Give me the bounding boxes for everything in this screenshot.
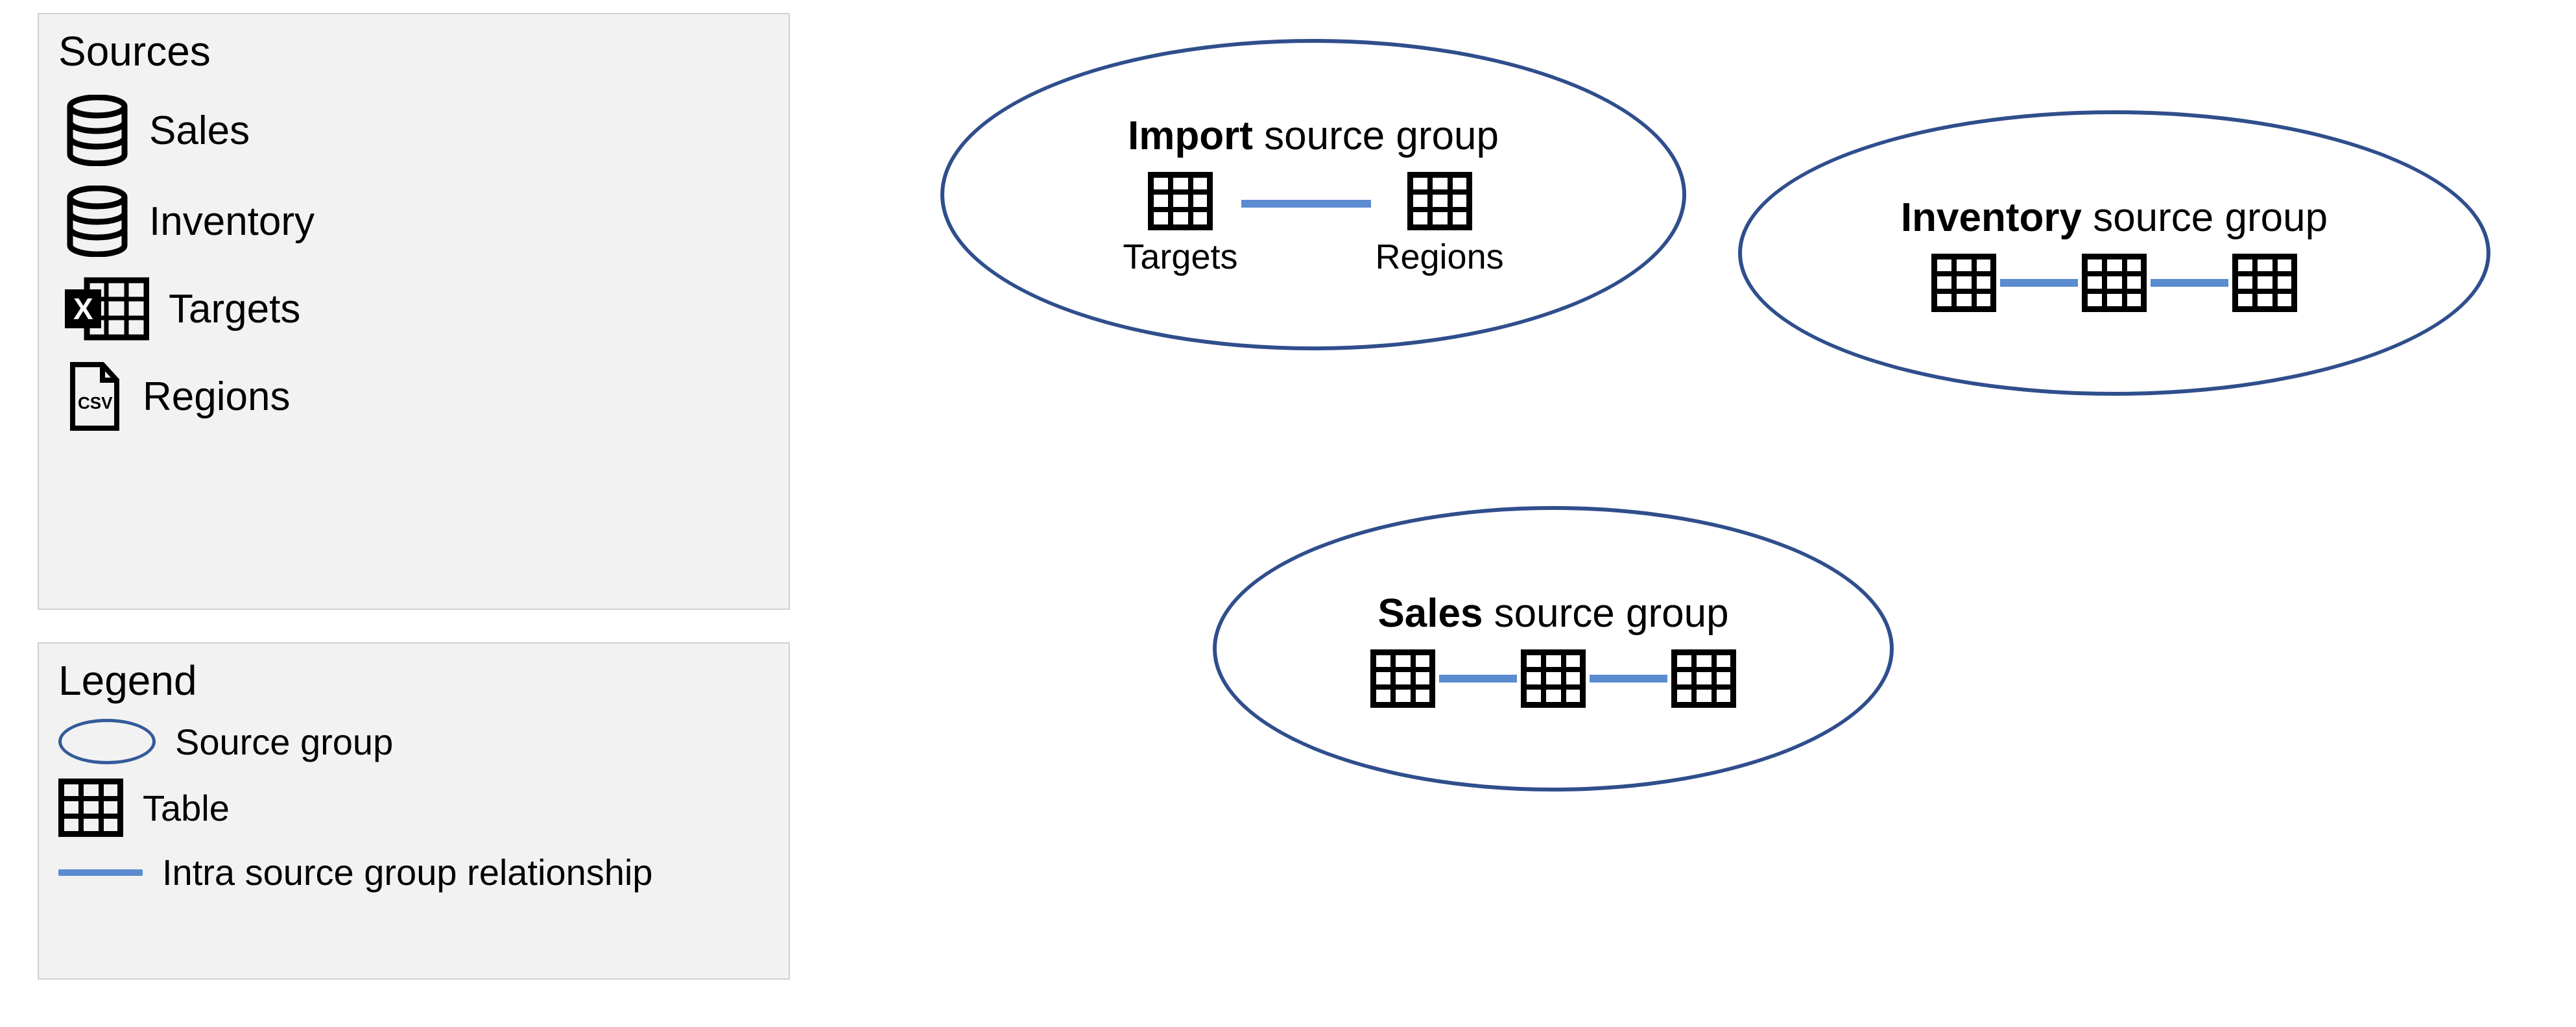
database-icon [65, 186, 130, 257]
legend-label: Intra source group relationship [162, 851, 652, 893]
csv-icon [65, 361, 123, 432]
table-icon [1931, 254, 1996, 312]
relationship-line-icon [2151, 279, 2228, 287]
source-label: Sales [149, 108, 250, 154]
source-group-title-bold: Inventory [1901, 195, 2082, 240]
source-group-tables [1370, 649, 1736, 708]
source-group-inventory: Inventory source group [1738, 110, 2490, 396]
source-group-tables [1931, 254, 2297, 312]
relationship-line-icon [1241, 200, 1371, 208]
relationship-line-icon [58, 869, 143, 876]
ellipse-icon [58, 719, 156, 764]
table-node-targets: Targets [1123, 172, 1237, 277]
source-row-regions: Regions [65, 361, 769, 432]
table-icon [1521, 649, 1586, 708]
source-group-sales: Sales source group [1213, 506, 1894, 791]
source-group-title: Inventory source group [1901, 195, 2328, 241]
source-row-targets: Targets [65, 276, 769, 341]
legend-row-table: Table [58, 779, 769, 837]
source-label: Regions [143, 374, 290, 420]
legend-panel: Legend Source group Table Intra source g… [38, 642, 790, 980]
table-icon [2082, 254, 2147, 312]
table-label: Regions [1375, 237, 1503, 277]
table-icon [58, 779, 123, 837]
table-icon [1671, 649, 1736, 708]
sources-panel: Sources Sales Inventory Targets Regions [38, 13, 790, 610]
database-icon [65, 95, 130, 166]
table-node-regions: Regions [1375, 172, 1503, 277]
source-group-title-rest: source group [1253, 114, 1499, 158]
source-label: Inventory [149, 199, 315, 245]
source-group-tables: Targets Regions [1123, 172, 1503, 277]
sources-title: Sources [58, 27, 769, 75]
source-row-sales: Sales [65, 95, 769, 166]
legend-row-relationship: Intra source group relationship [58, 851, 769, 893]
source-group-title-rest: source group [2082, 195, 2328, 240]
relationship-line-icon [1439, 675, 1517, 683]
table-icon [1407, 172, 1472, 230]
source-group-title-bold: Import [1128, 114, 1253, 158]
legend-row-sourcegroup: Source group [58, 719, 769, 764]
source-group-title-bold: Sales [1377, 591, 1483, 636]
excel-icon [65, 276, 149, 341]
source-row-inventory: Inventory [65, 186, 769, 257]
legend-label: Table [143, 787, 230, 829]
source-label: Targets [169, 286, 300, 332]
relationship-line-icon [2000, 279, 2078, 287]
source-group-import: Import source group Targets Regions [940, 39, 1686, 350]
source-group-title-rest: source group [1483, 591, 1728, 636]
table-icon [1370, 649, 1435, 708]
source-group-title: Import source group [1128, 113, 1499, 159]
table-icon [2232, 254, 2297, 312]
table-label: Targets [1123, 237, 1237, 277]
table-icon [1148, 172, 1213, 230]
legend-label: Source group [175, 721, 393, 763]
relationship-line-icon [1590, 675, 1667, 683]
source-group-title: Sales source group [1377, 590, 1728, 636]
legend-title: Legend [58, 657, 769, 705]
